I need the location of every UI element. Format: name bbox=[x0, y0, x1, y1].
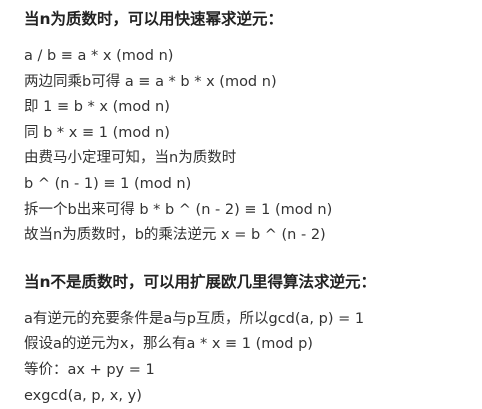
text-line: 拆一个b出来可得 b * b ^ (n - 2) ≡ 1 (mod n) bbox=[24, 201, 333, 218]
text-line: 由费马小定理可知，当n为质数时 bbox=[24, 150, 237, 167]
section-nonprime-lines: a有逆元的充要条件是a与p互质，所以gcd(a, p) = 1 假设a的逆元为x… bbox=[24, 307, 476, 409]
text-line: a有逆元的充要条件是a与p互质，所以gcd(a, p) = 1 bbox=[24, 310, 365, 327]
section-heading-nonprime: 当n不是质数时，可以用扩展欧几里得算法求逆元： bbox=[24, 272, 377, 291]
text-line: a / b ≡ a * x (mod n) bbox=[24, 48, 174, 64]
document-body: 当n为质数时，可以用快速幂求逆元： a / b ≡ a * x (mod n) … bbox=[24, 0, 476, 409]
text-line: 即 1 ≡ b * x (mod n) bbox=[24, 99, 170, 116]
text-line: exgcd(a, p, x, y) bbox=[24, 387, 142, 404]
text-line: 等价：ax + py = 1 bbox=[24, 361, 155, 378]
text-line: 两边同乘b可得 a ≡ a * b * x (mod n) bbox=[24, 73, 277, 90]
text-line: 同 b * x ≡ 1 (mod n) bbox=[24, 124, 170, 141]
text-line: 故当n为质数时，b的乘法逆元 x = b ^ (n - 2) bbox=[24, 227, 326, 244]
text-line: 假设a的逆元为x，那么有a * x ≡ 1 (mod p) bbox=[24, 336, 313, 353]
section-prime-lines: a / b ≡ a * x (mod n) 两边同乘b可得 a ≡ a * b … bbox=[24, 44, 476, 249]
text-line: b ^ (n - 1) ≡ 1 (mod n) bbox=[24, 175, 192, 192]
section-heading-prime: 当n为质数时，可以用快速幂求逆元： bbox=[24, 10, 284, 28]
